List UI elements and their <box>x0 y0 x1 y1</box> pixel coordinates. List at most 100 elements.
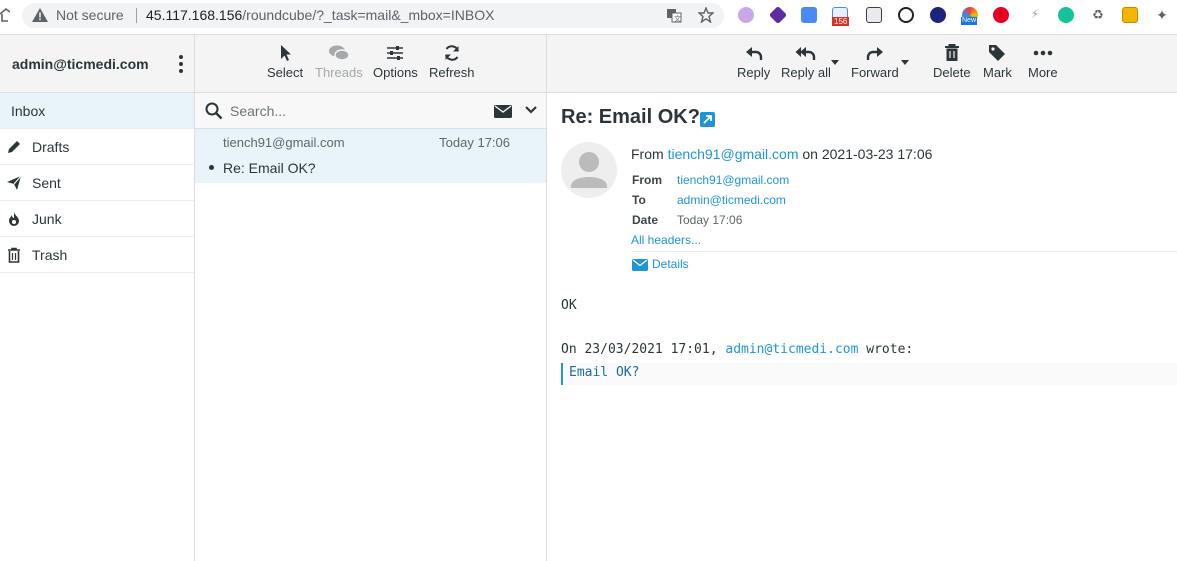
sender-summary: From tiench91@gmail.com on 2021-03-23 17… <box>631 146 932 162</box>
select-button[interactable]: Select <box>267 44 303 80</box>
folder-label: Inbox <box>11 103 46 119</box>
url-host: 45.117.168.156 <box>146 7 243 23</box>
delete-label: Delete <box>933 65 971 80</box>
folder-label: Sent <box>32 175 61 191</box>
trash-icon <box>944 44 959 61</box>
google-translate-extension-icon[interactable] <box>801 7 817 23</box>
folder-trash[interactable]: Trash <box>0 237 194 273</box>
new-badge: New <box>961 17 978 25</box>
extension-icon[interactable]: New <box>961 7 978 25</box>
header-to-row: To admin@ticmedi.com <box>632 193 1032 213</box>
reply-icon <box>745 47 762 60</box>
search-icon[interactable] <box>205 102 223 120</box>
header-from-link[interactable]: tiench91@gmail.com <box>677 173 789 187</box>
folder-drafts[interactable]: Drafts <box>0 129 194 165</box>
threads-label: Threads <box>315 65 363 80</box>
sliders-icon <box>387 46 404 60</box>
headers-table: From tiench91@gmail.com To admin@ticmedi… <box>632 173 1032 233</box>
delete-button[interactable]: Delete <box>933 44 971 80</box>
security-label[interactable]: Not secure <box>56 7 124 23</box>
warning-icon[interactable] <box>32 8 48 22</box>
sync-extension-icon[interactable] <box>898 7 914 23</box>
blockquote <box>561 363 1177 385</box>
threads-button[interactable]: Threads <box>315 44 363 80</box>
all-headers-link[interactable]: All headers... <box>631 233 701 247</box>
trash-icon <box>8 247 20 263</box>
url-path: /roundcube/?_task=mail&_mbox=INBOX <box>242 7 495 23</box>
ellipsis-icon <box>1033 50 1053 56</box>
forward-button[interactable]: Forward <box>851 44 899 80</box>
open-in-new-window-icon[interactable] <box>700 112 715 127</box>
grammarly-icon[interactable] <box>1058 7 1074 23</box>
extension-icon[interactable] <box>1122 7 1138 23</box>
divider <box>136 8 137 23</box>
reply-button[interactable]: Reply <box>737 44 770 80</box>
refresh-button[interactable]: Refresh <box>429 44 475 80</box>
forward-label: Forward <box>851 65 899 80</box>
user-silhouette-icon <box>571 152 607 188</box>
folder-label: Trash <box>32 247 68 263</box>
more-button[interactable]: More <box>1028 44 1058 80</box>
header-divider <box>631 251 1177 252</box>
pencil-icon <box>8 141 20 153</box>
comments-icon <box>328 45 350 61</box>
recycle-icon[interactable]: ♻ <box>1090 7 1106 23</box>
folder-sent[interactable]: Sent <box>0 165 194 201</box>
message-list-panel: Select Threads Options Refresh Search...… <box>195 35 547 561</box>
message-row[interactable]: tiench91@gmail.com Today 17:06 Re: Email… <box>195 129 546 183</box>
bookmark-star-icon[interactable] <box>698 7 714 23</box>
browser-toolbar: Not secure 45.117.168.156/roundcube/?_ta… <box>0 0 1177 35</box>
options-button[interactable]: Options <box>373 44 418 80</box>
puzzle-icon[interactable]: ✦ <box>1154 7 1170 23</box>
sent-date: on 2021-03-23 17:06 <box>802 146 933 162</box>
details-label: Details <box>652 257 689 271</box>
url-text[interactable]: 45.117.168.156/roundcube/?_task=mail&_mb… <box>146 7 494 23</box>
message-subject: Re: Email OK? <box>223 160 316 176</box>
forward-dropdown-icon[interactable] <box>901 60 909 65</box>
message-sender: tiench91@gmail.com <box>223 135 345 150</box>
reply-all-label: Reply all <box>781 65 831 80</box>
header-to-link[interactable]: admin@ticmedi.com <box>677 193 786 207</box>
extension-icon[interactable] <box>768 5 788 25</box>
svg-text:文: 文 <box>674 14 681 23</box>
attribution-email-link[interactable]: admin@ticmedi.com <box>725 342 858 357</box>
paper-plane-icon <box>7 175 22 190</box>
header-label: From <box>632 173 662 187</box>
mark-button[interactable]: Mark <box>983 44 1012 80</box>
chevron-down-icon[interactable] <box>525 105 537 115</box>
home-icon[interactable] <box>0 8 10 22</box>
cursor-icon <box>281 45 292 61</box>
options-label: Options <box>373 65 418 80</box>
folder-label: Junk <box>32 211 62 227</box>
more-label: More <box>1028 65 1058 80</box>
envelope-icon[interactable] <box>494 105 512 118</box>
folder-junk[interactable]: Junk <box>0 201 194 237</box>
refresh-icon <box>444 45 459 61</box>
account-name: admin@ticmedi.com <box>12 56 149 72</box>
address-bar[interactable]: Not secure 45.117.168.156/roundcube/?_ta… <box>22 3 724 28</box>
extension-icon[interactable] <box>866 7 882 23</box>
quote-attribution: On 23/03/2021 17:01, admin@ticmedi.com w… <box>561 342 913 357</box>
details-link[interactable]: Details <box>632 257 689 271</box>
search-input[interactable]: Search... <box>230 103 286 119</box>
translate-icon[interactable]: 文 <box>666 7 682 23</box>
reply-all-dropdown-icon[interactable] <box>831 60 839 65</box>
folder-inbox[interactable]: Inbox <box>0 93 194 129</box>
folder-label: Drafts <box>32 139 70 155</box>
fire-icon <box>9 212 19 226</box>
folder-list: Inbox Drafts Sent Junk Trash <box>0 93 194 273</box>
mail-view-panel: Reply Reply all Forward Delete Mark More… <box>547 35 1177 561</box>
pinterest-icon[interactable] <box>993 7 1009 23</box>
account-header: admin@ticmedi.com <box>0 35 194 93</box>
search-bar: Search... <box>195 93 546 129</box>
sender-link[interactable]: tiench91@gmail.com <box>668 146 799 162</box>
extension-icon[interactable] <box>738 7 754 23</box>
unread-dot-icon <box>209 165 214 170</box>
reply-all-button[interactable]: Reply all <box>781 44 831 80</box>
kebab-menu-icon[interactable] <box>178 55 184 73</box>
reply-label: Reply <box>737 65 771 80</box>
lightning-icon[interactable]: ⚡ <box>1027 7 1043 23</box>
quoted-text: Email OK? <box>569 365 640 380</box>
extension-icon[interactable]: 156 <box>832 7 850 26</box>
ip-extension-icon[interactable] <box>930 7 946 23</box>
